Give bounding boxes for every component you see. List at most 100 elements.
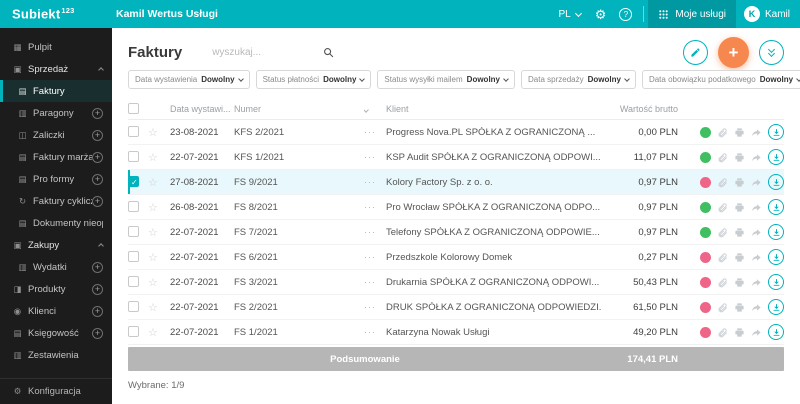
- star-icon[interactable]: ☆: [148, 277, 158, 289]
- star-icon[interactable]: ☆: [148, 127, 158, 139]
- sidebar-item-pro-formy[interactable]: ▤ Pro formy +: [0, 168, 112, 190]
- row-checkbox[interactable]: [128, 126, 139, 138]
- print-icon[interactable]: [734, 277, 745, 288]
- print-icon[interactable]: [734, 127, 745, 138]
- settings-gear-icon[interactable]: ⚙: [589, 8, 613, 21]
- star-icon[interactable]: ☆: [148, 177, 158, 189]
- row-checkbox[interactable]: [128, 176, 139, 188]
- sidebar-item-paragony[interactable]: ▥ Paragony +: [0, 102, 112, 124]
- add-icon[interactable]: +: [92, 327, 103, 339]
- download-icon[interactable]: [768, 299, 784, 315]
- print-icon[interactable]: [734, 252, 745, 263]
- print-icon[interactable]: [734, 202, 745, 213]
- share-icon[interactable]: [751, 127, 762, 138]
- paperclip-icon[interactable]: [717, 252, 728, 263]
- row-more-button[interactable]: ···: [364, 177, 386, 187]
- search-icon[interactable]: [323, 47, 334, 58]
- paperclip-icon[interactable]: [717, 302, 728, 313]
- sidebar-item-faktury[interactable]: ▤ Faktury: [0, 80, 112, 102]
- download-icon[interactable]: [768, 249, 784, 265]
- filter-data-wystawienia[interactable]: Data wystawienia Dowolny: [128, 70, 250, 89]
- sidebar-item-wydatki[interactable]: ▥ Wydatki +: [0, 256, 112, 278]
- add-icon[interactable]: +: [92, 305, 103, 317]
- share-icon[interactable]: [751, 177, 762, 188]
- help-icon[interactable]: ?: [619, 7, 633, 21]
- download-icon[interactable]: [768, 274, 784, 290]
- table-row[interactable]: ☆ 22-07-2021 FS 1/2021 ··· Katarzyna Now…: [128, 320, 784, 345]
- app-logo[interactable]: Subiekt123: [0, 6, 112, 21]
- download-icon[interactable]: [768, 199, 784, 215]
- paperclip-icon[interactable]: [717, 227, 728, 238]
- table-row[interactable]: ☆ 23-08-2021 KFS 2/2021 ··· Progress Nov…: [128, 120, 784, 145]
- table-row[interactable]: ☆ 22-07-2021 FS 2/2021 ··· DRUK SPÓŁKA Z…: [128, 295, 784, 320]
- sidebar-item-produkty[interactable]: ◨ Produkty +: [0, 278, 112, 300]
- add-icon[interactable]: +: [92, 173, 103, 185]
- share-icon[interactable]: [751, 227, 762, 238]
- star-icon[interactable]: ☆: [148, 152, 158, 164]
- filter-data-obowiazku[interactable]: Data obowiązku podatkowego Dowolny: [641, 70, 800, 89]
- table-row[interactable]: ☆ 26-08-2021 FS 8/2021 ··· Pro Wrocław S…: [128, 195, 784, 220]
- sidebar-group-zakupy[interactable]: ▣ Zakupy: [0, 234, 112, 256]
- filter-status-platnosci[interactable]: Status płatności Dowolny: [255, 70, 372, 89]
- print-icon[interactable]: [734, 177, 745, 188]
- table-row[interactable]: ☆ 27-08-2021 FS 9/2021 ··· Kolory Factor…: [128, 170, 784, 195]
- col-header-client[interactable]: Klient: [386, 104, 602, 114]
- sidebar-group-sprzedaz[interactable]: ▣ Sprzedaż: [0, 58, 112, 80]
- table-row[interactable]: ☆ 22-07-2021 FS 7/2021 ··· Telefony SPÓŁ…: [128, 220, 784, 245]
- share-icon[interactable]: [751, 152, 762, 163]
- row-checkbox[interactable]: [128, 276, 139, 288]
- sidebar-item-pulpit[interactable]: ▦ Pulpit: [0, 36, 112, 58]
- star-icon[interactable]: ☆: [148, 202, 158, 214]
- share-icon[interactable]: [751, 327, 762, 338]
- share-icon[interactable]: [751, 302, 762, 313]
- expand-all-button[interactable]: [759, 39, 784, 65]
- col-header-number[interactable]: Numer: [234, 104, 364, 114]
- add-icon[interactable]: +: [92, 261, 103, 273]
- sidebar-item-konfiguracja[interactable]: ⚙ Konfiguracja: [0, 378, 112, 404]
- row-more-button[interactable]: ···: [364, 127, 386, 137]
- language-selector[interactable]: PL: [551, 9, 589, 20]
- paperclip-icon[interactable]: [717, 277, 728, 288]
- add-invoice-button[interactable]: +: [718, 36, 749, 68]
- row-checkbox[interactable]: [128, 201, 139, 213]
- chevron-down-icon[interactable]: [364, 106, 369, 113]
- search-input[interactable]: [212, 46, 318, 58]
- paperclip-icon[interactable]: [717, 127, 728, 138]
- filter-status-wysylki[interactable]: Status wysyłki mailem Dowolny: [377, 70, 516, 89]
- row-more-button[interactable]: ···: [364, 252, 386, 262]
- star-icon[interactable]: ☆: [148, 302, 158, 314]
- star-icon[interactable]: ☆: [148, 227, 158, 239]
- my-services-button[interactable]: Moje usługi: [648, 0, 736, 28]
- col-header-gross[interactable]: Wartość brutto: [602, 104, 678, 114]
- download-icon[interactable]: [768, 324, 784, 340]
- download-icon[interactable]: [768, 224, 784, 240]
- sidebar-item-ksiegowosc[interactable]: ▤ Księgowość +: [0, 322, 112, 344]
- row-more-button[interactable]: ···: [364, 152, 386, 162]
- sidebar-item-zaliczki[interactable]: ◫ Zaliczki +: [0, 124, 112, 146]
- add-icon[interactable]: +: [92, 107, 103, 119]
- star-icon[interactable]: ☆: [148, 327, 158, 339]
- row-checkbox[interactable]: [128, 151, 139, 163]
- sidebar-item-faktury-cykliczne[interactable]: ↻ Faktury cykliczne +: [0, 190, 112, 212]
- table-row[interactable]: ☆ 22-07-2021 KFS 1/2021 ··· KSP Audit SP…: [128, 145, 784, 170]
- add-icon[interactable]: +: [92, 129, 103, 141]
- sidebar-item-faktury-marza[interactable]: ▤ Faktury marża +: [0, 146, 112, 168]
- download-icon[interactable]: [768, 174, 784, 190]
- star-icon[interactable]: ☆: [148, 252, 158, 264]
- row-more-button[interactable]: ···: [364, 202, 386, 212]
- user-menu[interactable]: K Kamil: [736, 6, 800, 22]
- paperclip-icon[interactable]: [717, 152, 728, 163]
- table-row[interactable]: ☆ 22-07-2021 FS 6/2021 ··· Przedszkole K…: [128, 245, 784, 270]
- download-icon[interactable]: [768, 124, 784, 140]
- print-icon[interactable]: [734, 152, 745, 163]
- filter-data-sprzedazy[interactable]: Data sprzedaży Dowolny: [521, 70, 636, 89]
- paperclip-icon[interactable]: [717, 327, 728, 338]
- row-checkbox[interactable]: [128, 251, 139, 263]
- col-header-date[interactable]: Data wystawi...: [170, 104, 234, 114]
- row-more-button[interactable]: ···: [364, 327, 386, 337]
- row-checkbox[interactable]: [128, 301, 139, 313]
- paperclip-icon[interactable]: [717, 177, 728, 188]
- sidebar-item-zestawienia[interactable]: ▥ Zestawienia: [0, 344, 112, 366]
- sidebar-item-dokumenty-nieoplacone[interactable]: ▤ Dokumenty nieopłacone: [0, 212, 112, 234]
- row-checkbox[interactable]: [128, 226, 139, 238]
